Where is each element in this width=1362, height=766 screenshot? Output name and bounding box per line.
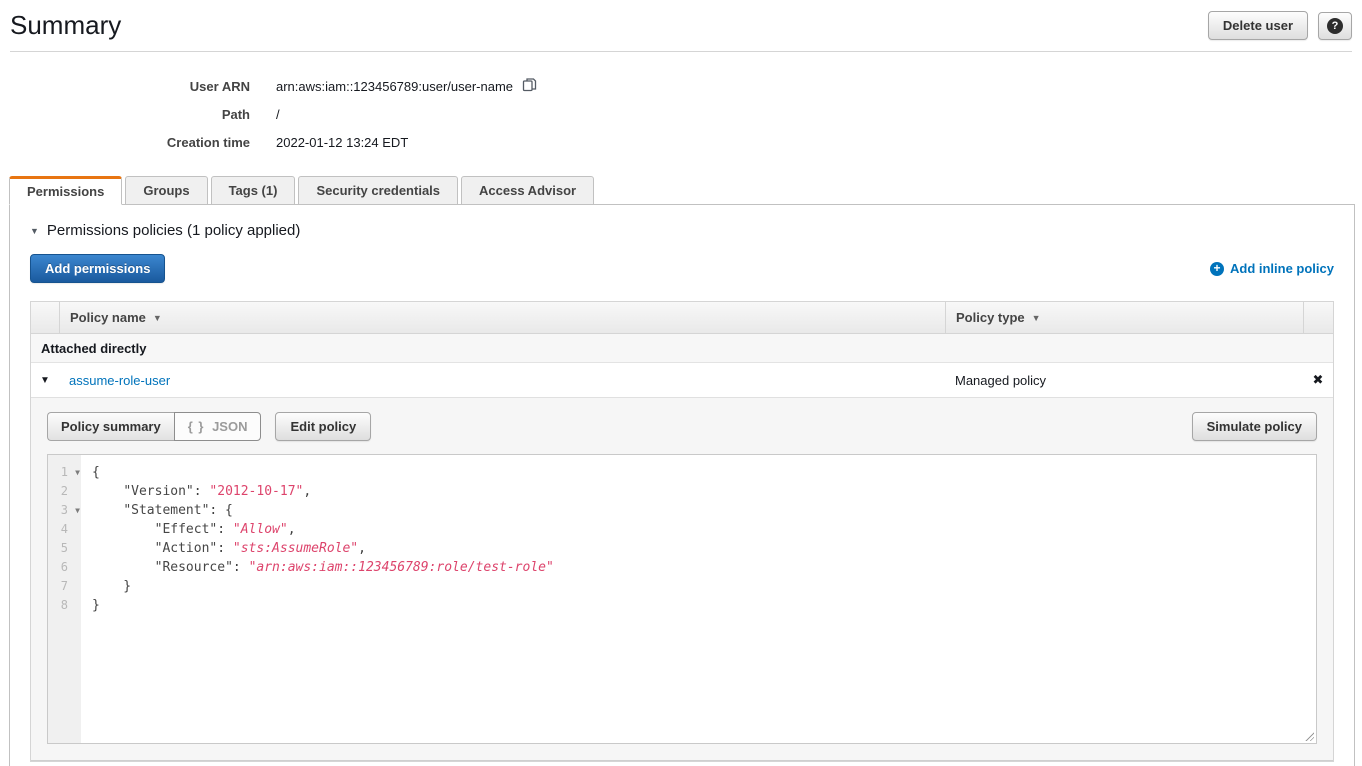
collapse-caret-icon[interactable]: ▼ [30, 226, 39, 236]
info-row-path: Path / [0, 100, 1362, 128]
attached-directly-group-row: Attached directly [31, 334, 1333, 363]
creation-time-value: 2022-01-12 13:24 EDT [276, 135, 408, 150]
help-icon: ? [1327, 18, 1343, 34]
tab-access-advisor[interactable]: Access Advisor [461, 176, 594, 205]
row-expand-caret-icon[interactable]: ▼ [31, 375, 59, 386]
path-value: / [276, 107, 280, 122]
gutter-line-number: 6 [48, 558, 81, 577]
tab-bar: Permissions Groups Tags (1) Security cre… [9, 176, 1355, 205]
header-divider [10, 51, 1352, 52]
code-line: "Action": "sts:AssumeRole", [92, 539, 1316, 558]
actions-column-header [1303, 302, 1333, 333]
json-view-button[interactable]: { } JSON [174, 412, 262, 441]
braces-icon: { } [188, 419, 205, 434]
code-line: "Effect": "Allow", [92, 520, 1316, 539]
page-header: Summary Delete user ? [0, 0, 1362, 41]
add-permissions-button[interactable]: Add permissions [30, 254, 165, 283]
policy-table-header: Policy name ▼ Policy type ▼ [31, 302, 1333, 334]
info-row-creation-time: Creation time 2022-01-12 13:24 EDT [0, 128, 1362, 156]
policy-detail-panel: Policy summary { } JSON Edit policy Simu… [31, 397, 1333, 761]
policy-table: Policy name ▼ Policy type ▼ Attached dir… [30, 301, 1334, 762]
policy-type-value: Managed policy [945, 373, 1303, 388]
policy-summary-button[interactable]: Policy summary [47, 412, 174, 441]
header-actions: Delete user ? [1208, 11, 1352, 40]
policy-detail-toolbar: Policy summary { } JSON Edit policy Simu… [47, 412, 1317, 441]
fold-caret-icon[interactable]: ▼ [75, 463, 80, 482]
add-inline-policy-link[interactable]: + Add inline policy [1210, 261, 1334, 276]
column-header-policy-name[interactable]: Policy name ▼ [59, 302, 945, 333]
help-button[interactable]: ? [1318, 12, 1352, 40]
code-line: } [92, 596, 1316, 615]
column-header-policy-type[interactable]: Policy type ▼ [945, 302, 1303, 333]
permissions-panel: ▼ Permissions policies (1 policy applied… [9, 204, 1355, 766]
code-line: } [92, 577, 1316, 596]
copy-icon[interactable] [522, 77, 537, 95]
policy-name-link[interactable]: assume-role-user [59, 373, 945, 388]
gutter-line-number: 3▼ [48, 501, 81, 520]
code-line: { [92, 463, 1316, 482]
code-line: "Statement": { [92, 501, 1316, 520]
gutter-line-number: 8 [48, 596, 81, 615]
path-label: Path [0, 107, 250, 122]
sort-caret-icon: ▼ [1032, 313, 1041, 323]
user-arn-label: User ARN [0, 79, 250, 94]
remove-policy-icon[interactable]: ✖ [1303, 372, 1333, 388]
editor-gutter: 1▼23▼45678 [48, 455, 81, 743]
policy-view-segmented-control: Policy summary { } JSON [47, 412, 261, 441]
permissions-policies-title: Permissions policies (1 policy applied) [47, 222, 300, 239]
gutter-line-number: 2 [48, 482, 81, 501]
tab-permissions[interactable]: Permissions [9, 176, 122, 205]
json-policy-editor[interactable]: 1▼23▼45678 { "Version": "2012-10-17", "S… [47, 454, 1317, 744]
sort-caret-icon: ▼ [153, 313, 162, 323]
permissions-policies-section-header: ▼ Permissions policies (1 policy applied… [30, 222, 1334, 239]
fold-caret-icon[interactable]: ▼ [75, 501, 80, 520]
tab-tags[interactable]: Tags (1) [211, 176, 296, 205]
gutter-line-number: 7 [48, 577, 81, 596]
user-info: User ARN arn:aws:iam::123456789:user/use… [0, 72, 1362, 156]
info-row-user-arn: User ARN arn:aws:iam::123456789:user/use… [0, 72, 1362, 100]
gutter-line-number: 4 [48, 520, 81, 539]
add-circle-icon: + [1210, 262, 1224, 276]
tab-security-credentials[interactable]: Security credentials [298, 176, 458, 205]
page-title: Summary [10, 10, 121, 41]
creation-time-label: Creation time [0, 135, 250, 150]
expander-column-header [31, 302, 59, 333]
code-line: "Version": "2012-10-17", [92, 482, 1316, 501]
permissions-toolbar: Add permissions + Add inline policy [30, 254, 1334, 283]
delete-user-button[interactable]: Delete user [1208, 11, 1308, 40]
code-line: "Resource": "arn:aws:iam::123456789:role… [92, 558, 1316, 577]
tab-groups[interactable]: Groups [125, 176, 207, 205]
user-arn-value: arn:aws:iam::123456789:user/user-name [276, 79, 513, 94]
editor-code-area[interactable]: { "Version": "2012-10-17", "Statement": … [81, 455, 1316, 743]
table-row: ▼ assume-role-user Managed policy ✖ [31, 363, 1333, 397]
simulate-policy-button[interactable]: Simulate policy [1192, 412, 1317, 441]
edit-policy-button[interactable]: Edit policy [275, 412, 371, 441]
gutter-line-number: 1▼ [48, 463, 81, 482]
gutter-line-number: 5 [48, 539, 81, 558]
